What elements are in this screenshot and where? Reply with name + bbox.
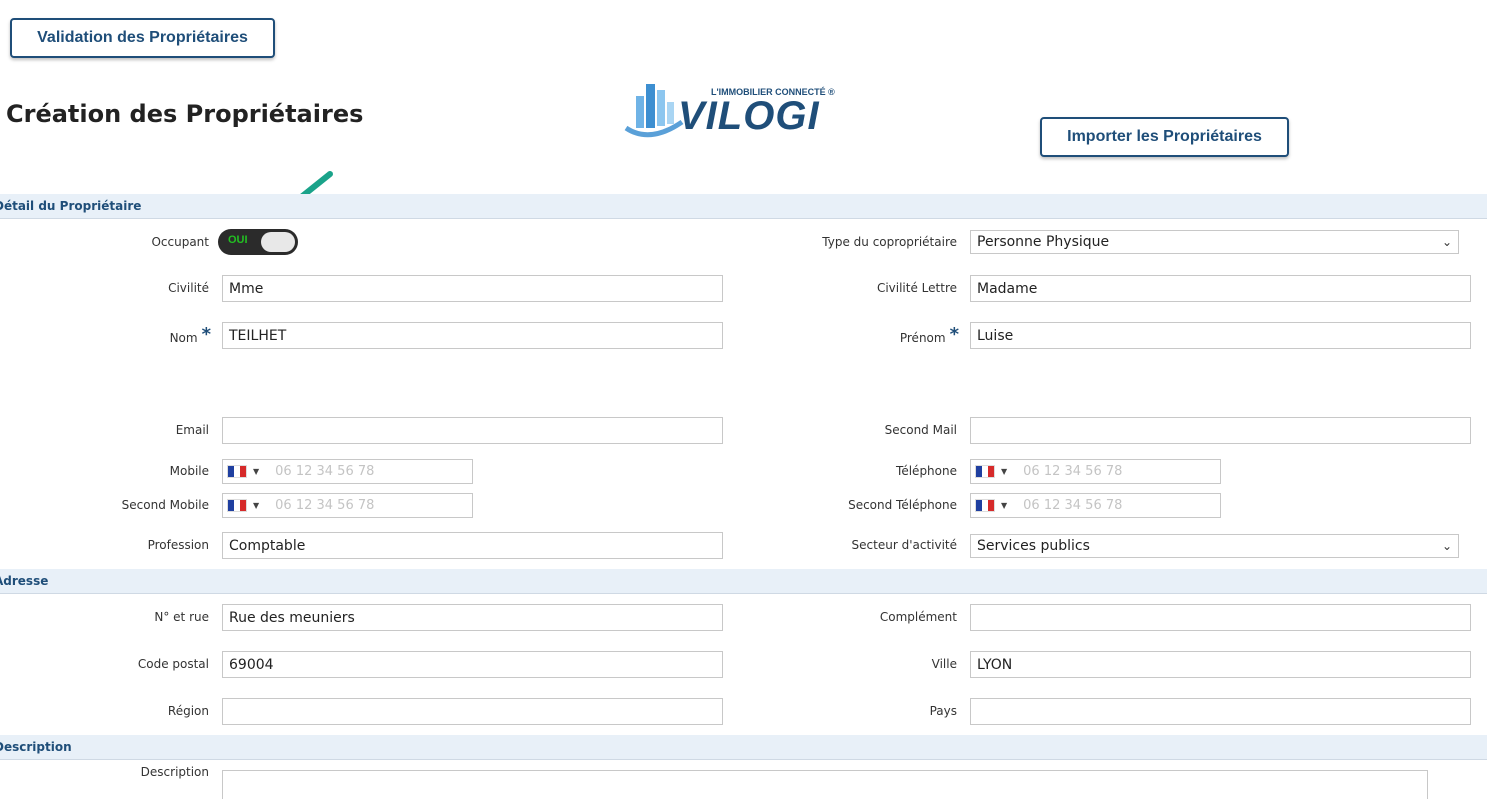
second-telephone-label: Second Téléphone (848, 498, 957, 512)
region-label: Région (167, 704, 209, 718)
complement-input[interactable] (970, 604, 1471, 631)
type-coproprietaire-select[interactable]: Personne Physique ⌄ (970, 230, 1459, 254)
required-star-icon: * (949, 324, 959, 345)
section-title: Adresse (0, 574, 49, 588)
civilite-label: Civilité (168, 281, 209, 295)
occupant-toggle[interactable]: OUI (218, 229, 298, 255)
section-adresse: Adresse (0, 569, 1487, 594)
phone-placeholder: 06 12 34 56 78 (275, 464, 375, 479)
nom-input[interactable]: TEILHET (222, 322, 723, 349)
import-proprietaires-button[interactable]: Importer les Propriétaires (1040, 117, 1289, 157)
prenom-label-group: Prénom * (899, 324, 959, 347)
validation-proprietaires-button[interactable]: Validation des Propriétaires (10, 18, 275, 58)
prenom-input[interactable]: Luise (970, 322, 1471, 349)
section-title: Détail du Propriétaire (0, 199, 142, 213)
description-textarea[interactable] (222, 770, 1428, 799)
section-title: Description (0, 740, 72, 754)
vilogi-logo: L'IMMOBILIER CONNECTÉ ® VILOGI (620, 78, 850, 144)
secteur-activite-label: Secteur d'activité (851, 538, 957, 552)
france-flag-icon[interactable] (975, 465, 995, 478)
second-mobile-phone-input[interactable]: ▼ 06 12 34 56 78 (222, 493, 473, 518)
region-input[interactable] (222, 698, 723, 725)
phone-placeholder: 06 12 34 56 78 (275, 498, 375, 513)
select-value: Services publics (977, 538, 1090, 554)
civilite-lettre-input[interactable]: Madame (970, 275, 1471, 302)
complement-label: Complément (879, 610, 957, 624)
pays-label: Pays (929, 704, 957, 718)
second-mail-label: Second Mail (884, 423, 957, 437)
second-telephone-phone-input[interactable]: ▼ 06 12 34 56 78 (970, 493, 1221, 518)
code-postal-label: Code postal (137, 657, 209, 671)
profession-label: Profession (147, 538, 209, 552)
ville-label: Ville (931, 657, 957, 671)
select-value: Personne Physique (977, 234, 1110, 250)
second-mobile-label: Second Mobile (121, 498, 209, 512)
prenom-label: Prénom (899, 331, 946, 345)
civilite-input[interactable]: Mme (222, 275, 723, 302)
occupant-label: Occupant (151, 235, 209, 249)
second-mail-input[interactable] (970, 417, 1471, 444)
email-label: Email (175, 423, 209, 437)
toggle-text: OUI (228, 234, 248, 246)
civilite-lettre-label: Civilité Lettre (876, 281, 957, 295)
section-description: Description (0, 735, 1487, 760)
mobile-label: Mobile (169, 464, 209, 478)
rue-input[interactable]: Rue des meuniers (222, 604, 723, 631)
profession-input[interactable]: Comptable (222, 532, 723, 559)
secteur-activite-select[interactable]: Services publics ⌄ (970, 534, 1459, 558)
chevron-down-icon: ⌄ (1441, 235, 1452, 249)
email-input[interactable] (222, 417, 723, 444)
telephone-label: Téléphone (896, 464, 957, 478)
mobile-phone-input[interactable]: ▼ 06 12 34 56 78 (222, 459, 473, 484)
type-coproprietaire-label: Type du copropriétaire (822, 235, 957, 249)
rue-label: N° et rue (154, 610, 209, 624)
telephone-phone-input[interactable]: ▼ 06 12 34 56 78 (970, 459, 1221, 484)
chevron-down-icon: ⌄ (1441, 539, 1452, 553)
caret-down-icon: ▼ (1001, 467, 1008, 476)
phone-placeholder: 06 12 34 56 78 (1023, 464, 1123, 479)
logo-brand: VILOGI (678, 94, 820, 138)
france-flag-icon[interactable] (227, 465, 247, 478)
page-title: Création des Propriétaires (6, 100, 364, 128)
ville-input[interactable]: LYON (970, 651, 1471, 678)
caret-down-icon: ▼ (1001, 501, 1008, 510)
code-postal-input[interactable]: 69004 (222, 651, 723, 678)
caret-down-icon: ▼ (253, 501, 260, 510)
nom-label-group: Nom * (169, 324, 211, 347)
nom-label: Nom (169, 331, 198, 345)
caret-down-icon: ▼ (253, 467, 260, 476)
france-flag-icon[interactable] (227, 499, 247, 512)
required-star-icon: * (201, 324, 211, 345)
phone-placeholder: 06 12 34 56 78 (1023, 498, 1123, 513)
description-label: Description (140, 765, 209, 779)
section-detail-proprietaire: Détail du Propriétaire (0, 194, 1487, 219)
pays-input[interactable] (970, 698, 1471, 725)
france-flag-icon[interactable] (975, 499, 995, 512)
toggle-knob (261, 232, 295, 252)
